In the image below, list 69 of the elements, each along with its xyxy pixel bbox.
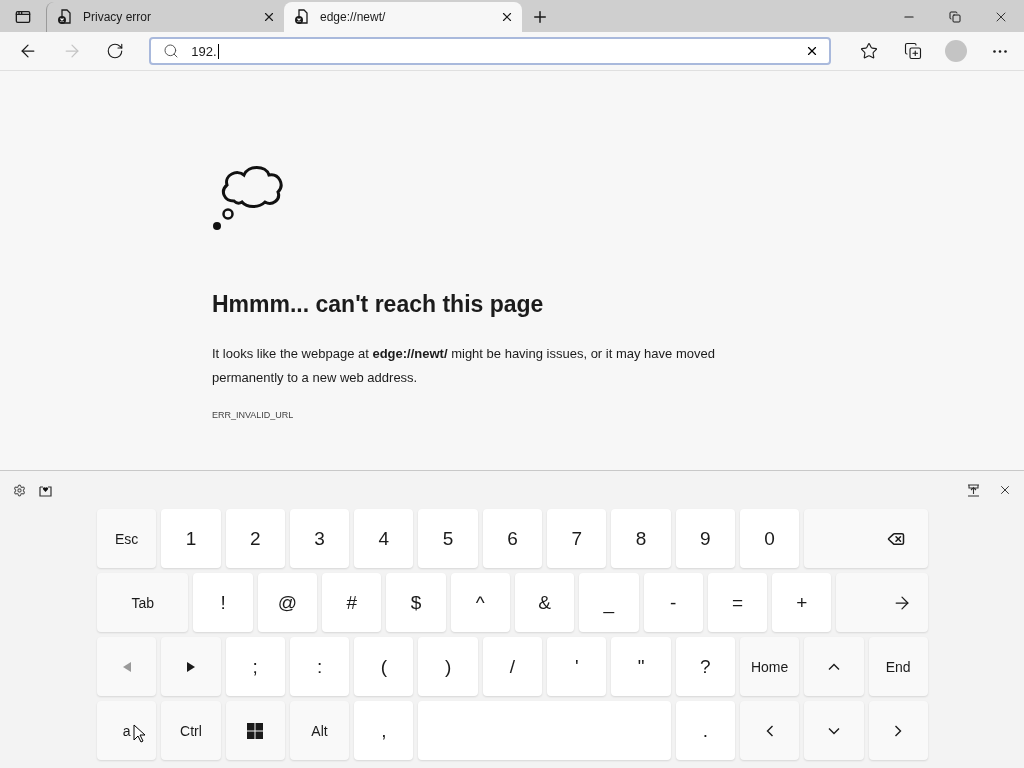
right-triangle-icon [186, 661, 195, 672]
key[interactable]: ? [675, 637, 735, 696]
key[interactable]: Home [739, 637, 800, 696]
key[interactable]: - [643, 573, 703, 632]
search-icon [163, 43, 180, 59]
key[interactable]: / [482, 637, 543, 696]
key[interactable]: 7 [547, 509, 607, 568]
browser-tab[interactable]: edge://newt/ [284, 2, 522, 32]
key[interactable]: ! [193, 573, 253, 632]
key[interactable]: 6 [482, 509, 543, 568]
key[interactable]: 8 [611, 509, 671, 568]
key[interactable]: ; [225, 637, 285, 696]
enter-key[interactable] [836, 573, 928, 632]
backspace-key[interactable] [804, 509, 928, 568]
close-icon[interactable] [262, 10, 276, 24]
key[interactable]: " [611, 637, 671, 696]
key[interactable]: 2 [225, 509, 285, 568]
key[interactable]: End [868, 637, 928, 696]
tab-title: edge://newt/ [320, 10, 387, 24]
key[interactable]: ( [354, 637, 414, 696]
dock-icon [966, 483, 980, 497]
key[interactable]: Ctrl [161, 701, 221, 760]
key[interactable]: # [322, 573, 382, 632]
key[interactable]: Esc [97, 509, 157, 568]
key[interactable]: . [675, 701, 735, 760]
more-icon [993, 49, 1008, 53]
key[interactable]: ) [418, 637, 478, 696]
key[interactable]: 9 [675, 509, 735, 568]
address-field[interactable]: 192. [149, 37, 831, 65]
key[interactable]: Alt [289, 701, 350, 760]
key[interactable] [225, 701, 285, 760]
tab-key[interactable]: Tab [97, 573, 189, 632]
error-code: ERR_INVALID_URL [212, 410, 295, 420]
address-text: 192. [191, 43, 219, 59]
key[interactable]: 5 [418, 509, 478, 568]
key[interactable]: , [354, 701, 414, 760]
tab-title: Privacy error [83, 10, 152, 24]
key[interactable]: a [97, 701, 157, 760]
key[interactable]: & [514, 573, 575, 632]
key[interactable]: = [707, 573, 768, 632]
close-icon [998, 483, 1012, 497]
window-icon [15, 9, 31, 25]
key[interactable]: ^ [450, 573, 510, 632]
broken-page-icon [294, 9, 310, 25]
key[interactable]: 4 [354, 509, 414, 568]
left-triangle-icon [122, 661, 131, 672]
key[interactable]: : [289, 637, 350, 696]
clipboard-heart-icon [38, 483, 52, 497]
collections-icon [903, 42, 922, 60]
broken-page-icon [57, 9, 73, 25]
key[interactable]: _ [579, 573, 639, 632]
plus-icon [531, 8, 549, 26]
avatar-icon [945, 40, 968, 62]
key[interactable]: 1 [161, 509, 221, 568]
error-message: It looks like the webpage at edge://newt/ might be having issues, or it may have moved permanently to a new web address. [212, 345, 716, 387]
error-heading: Hmmm... can't reach this page [212, 291, 545, 318]
space-key[interactable] [418, 701, 671, 760]
restore-icon [949, 11, 961, 23]
key[interactable]: $ [386, 573, 446, 632]
key[interactable]: ' [547, 637, 607, 696]
key[interactable]: @ [257, 573, 318, 632]
star-icon [859, 42, 878, 60]
settings-icon [12, 483, 26, 497]
key[interactable]: 3 [289, 509, 350, 568]
close-icon[interactable] [500, 10, 514, 24]
refresh-icon [106, 42, 125, 60]
key[interactable]: 0 [739, 509, 800, 568]
key[interactable]: + [772, 573, 832, 632]
windows-logo-icon [247, 722, 264, 739]
